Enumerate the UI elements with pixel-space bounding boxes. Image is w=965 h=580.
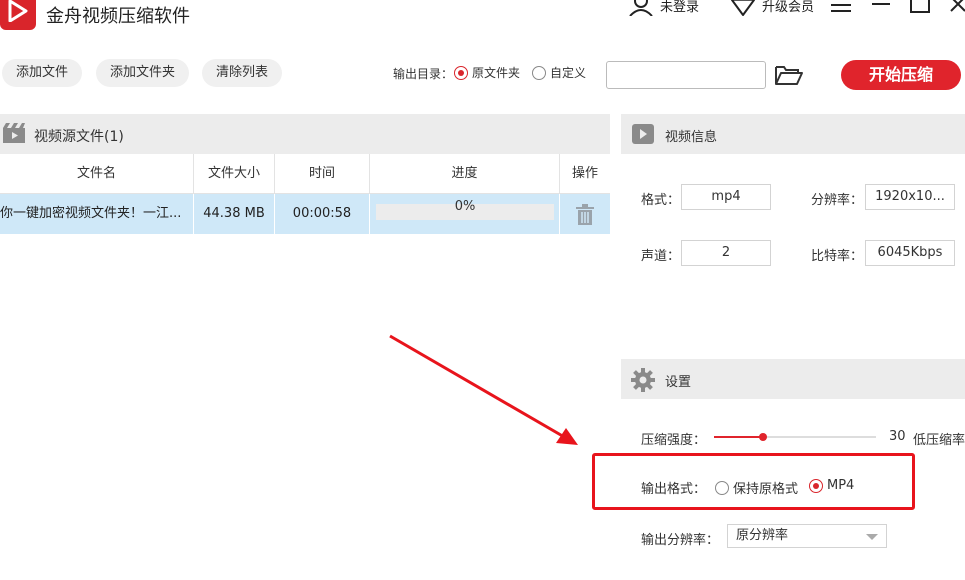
resolution-label: 分辨率： xyxy=(811,193,864,208)
login-button[interactable]: 未登录 xyxy=(628,0,699,16)
gear-icon xyxy=(631,368,655,396)
open-folder-icon[interactable] xyxy=(774,64,804,88)
output-dir-label: 输出目录： xyxy=(393,67,454,81)
app-title: 金舟视频压缩软件 xyxy=(46,6,190,27)
column-header-progress[interactable]: 进度 xyxy=(370,154,560,194)
login-label: 未登录 xyxy=(660,0,700,15)
add-folder-button[interactable]: 添加文件夹 xyxy=(96,59,190,87)
output-dir-original-radio[interactable]: 原文件夹 xyxy=(454,64,520,81)
file-time-cell: 00:00:58 xyxy=(275,194,370,234)
column-header-time[interactable]: 时间 xyxy=(275,154,370,194)
file-size-cell: 44.38 MB xyxy=(194,194,275,234)
output-dir-original-label: 原文件夹 xyxy=(472,66,521,80)
add-file-button[interactable]: 添加文件 xyxy=(2,59,83,87)
output-dir-custom-radio[interactable]: 自定义 xyxy=(532,64,586,81)
output-resolution-value: 原分辨率 xyxy=(736,528,789,543)
file-table-header: 文件名 文件大小 时间 进度 操作 xyxy=(0,154,610,194)
film-icon xyxy=(2,122,26,148)
video-info-header: 视频信息 xyxy=(621,114,965,154)
upgrade-label: 升级会员 xyxy=(762,0,815,15)
trash-icon[interactable] xyxy=(575,203,595,234)
radio-selected-icon xyxy=(454,65,468,80)
menu-icon[interactable] xyxy=(830,0,852,18)
source-files-title: 视频源文件(1) xyxy=(34,129,124,145)
minimize-icon[interactable] xyxy=(870,0,892,18)
output-path-input[interactable] xyxy=(606,61,766,89)
format-value: mp4 xyxy=(681,184,771,210)
settings-header: 设置 xyxy=(621,359,965,399)
strength-description: 低压缩率 xyxy=(913,433,965,448)
app-logo-icon xyxy=(0,0,36,30)
strength-slider-fill xyxy=(714,436,763,438)
progress-text: 0% xyxy=(454,199,476,214)
output-resolution-label: 输出分辨率： xyxy=(641,533,720,548)
settings-title: 设置 xyxy=(665,375,692,390)
strength-label: 压缩强度： xyxy=(641,433,707,448)
strength-slider[interactable] xyxy=(714,433,876,441)
play-icon xyxy=(631,123,655,149)
column-header-action: 操作 xyxy=(571,166,598,181)
progress-cell: 0% xyxy=(370,194,560,234)
start-compress-button[interactable]: 开始压缩 xyxy=(841,60,961,90)
source-files-header: 视频源文件(1) xyxy=(0,114,610,154)
bitrate-label: 比特率： xyxy=(811,249,864,264)
chevron-down-icon xyxy=(866,534,878,540)
bitrate-value: 6045Kbps xyxy=(865,240,955,266)
strength-value: 30 xyxy=(889,429,906,444)
user-icon xyxy=(629,0,653,16)
diamond-icon xyxy=(731,0,755,16)
column-header-size[interactable]: 文件大小 xyxy=(194,154,275,194)
maximize-icon[interactable] xyxy=(908,0,930,18)
table-row[interactable]: 你一键加密视频文件夹！一江... 44.38 MB 00:00:58 0% xyxy=(0,194,610,234)
highlight-box xyxy=(592,453,915,510)
toolbar: 添加文件 添加文件夹 清除列表 输出目录： 原文件夹 自定义 xyxy=(0,56,965,90)
file-name-cell: 你一键加密视频文件夹！一江... xyxy=(0,194,194,234)
output-dir-custom-label: 自定义 xyxy=(550,66,587,80)
channels-value: 2 xyxy=(681,240,771,266)
resolution-value: 1920x10... xyxy=(865,184,955,210)
close-icon[interactable] xyxy=(948,0,965,18)
upgrade-button[interactable]: 升级会员 xyxy=(730,0,814,16)
title-bar: 金舟视频压缩软件 未登录 升级会员 xyxy=(0,0,965,40)
channels-label: 声道： xyxy=(641,249,681,264)
strength-slider-handle[interactable] xyxy=(758,433,767,441)
radio-unselected-icon xyxy=(532,65,546,80)
delete-cell xyxy=(560,194,610,234)
column-header-name[interactable]: 文件名 xyxy=(0,154,194,194)
video-info-title: 视频信息 xyxy=(665,130,718,145)
clear-list-button[interactable]: 清除列表 xyxy=(202,59,283,87)
output-resolution-select[interactable]: 原分辨率 xyxy=(727,524,887,548)
format-label: 格式： xyxy=(641,193,681,208)
